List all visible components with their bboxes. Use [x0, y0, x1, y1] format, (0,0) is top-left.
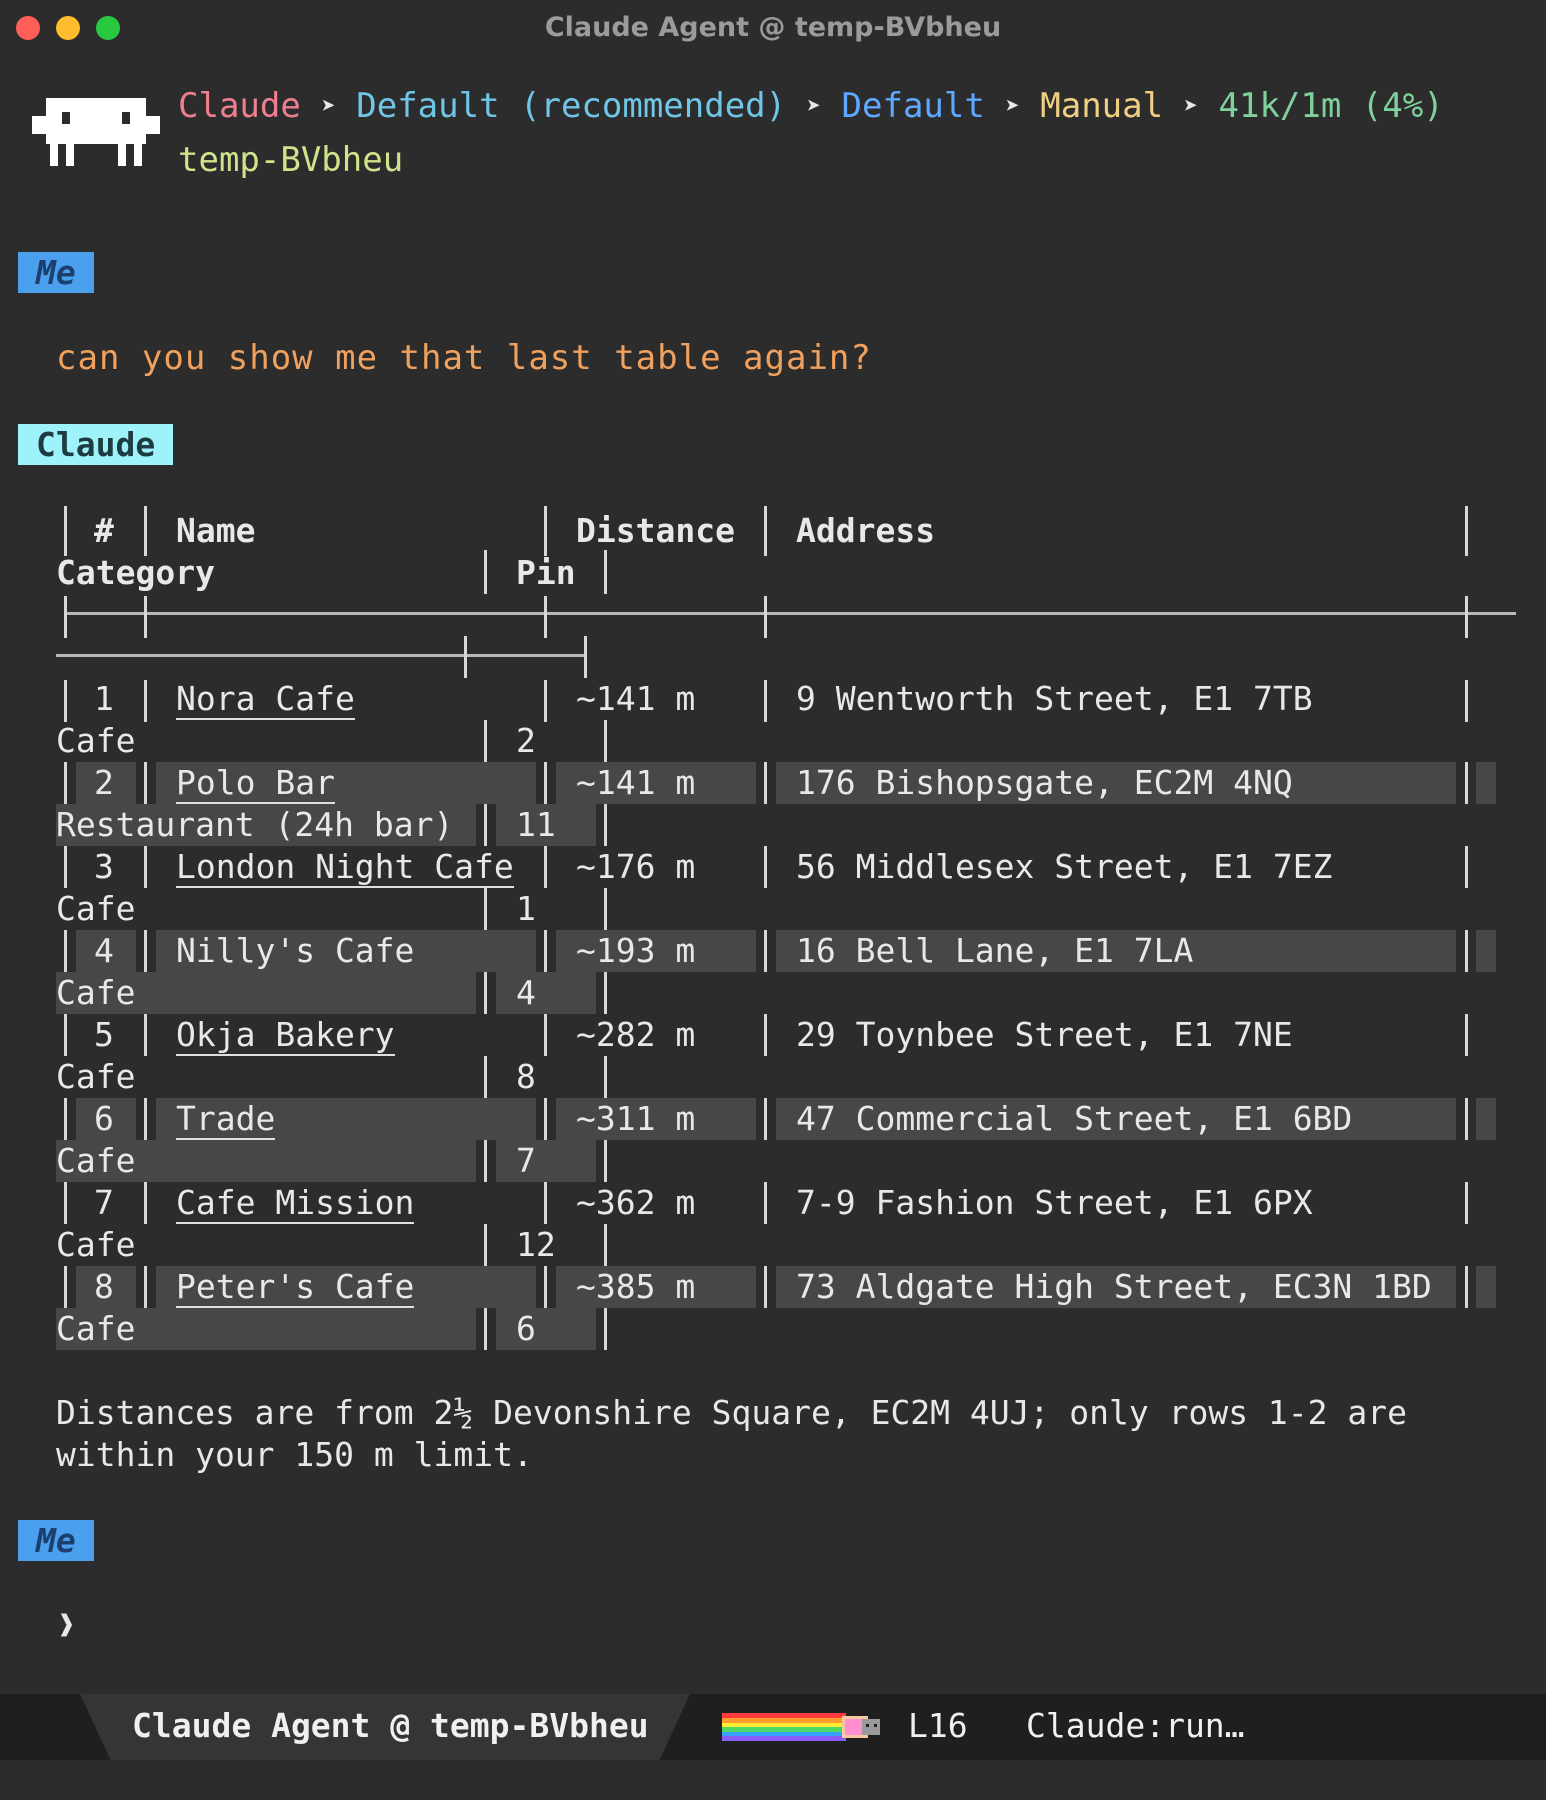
table-border: [544, 506, 547, 556]
working-directory: temp-BVbheu: [178, 140, 404, 180]
row-num: 3: [94, 847, 114, 886]
row-address: 16 Bell Lane, E1 7LA: [796, 931, 1194, 970]
row-distance: ~385 m: [576, 1267, 696, 1306]
crumb-agent: Claude: [178, 86, 301, 126]
row-num: 4: [94, 931, 114, 970]
chevron-right-icon: ➤: [1183, 92, 1199, 120]
row-pin: 4: [516, 973, 536, 1012]
table-border: [144, 596, 147, 638]
table-border: [464, 636, 467, 678]
row-pin: 7: [516, 1141, 536, 1180]
crumb-profile: Default: [841, 86, 985, 126]
table-border: [64, 506, 67, 556]
row-address: 9 Wentworth Street, E1 7TB: [796, 679, 1313, 718]
place-link[interactable]: Cafe Mission: [176, 1183, 415, 1224]
table-border: [604, 550, 607, 594]
table-border: [584, 636, 587, 678]
row-address: 73 Aldgate High Street, EC3N 1BD: [796, 1267, 1432, 1306]
row-distance: ~362 m: [576, 1183, 696, 1222]
chevron-right-icon: ➤: [806, 92, 822, 120]
row-category: Cafe: [56, 1057, 136, 1096]
row-pin: 12: [516, 1225, 556, 1264]
status-bar: Claude Agent @ temp-BVbheu L16 Claude:ru…: [0, 1694, 1546, 1760]
table-border: [1465, 506, 1468, 556]
status-line-number: L16: [908, 1706, 968, 1745]
place-link[interactable]: London Night Cafe: [176, 847, 514, 888]
row-pin: 1: [516, 889, 536, 928]
me-label: Me: [18, 252, 94, 293]
row-pin: 6: [516, 1309, 536, 1348]
row-pin: 11: [516, 805, 556, 844]
row-num: 1: [94, 679, 114, 718]
nyan-cat-progress-icon: [722, 1713, 880, 1741]
user-message: can you show me that last table again?: [56, 338, 872, 378]
header-category: Category: [56, 553, 215, 592]
row-category: Cafe: [56, 721, 136, 760]
session-breadcrumb: Claude ➤ Default (recommended) ➤ Default…: [178, 86, 1444, 126]
chevron-right-icon: ➤: [321, 92, 336, 120]
row-distance: ~193 m: [576, 931, 696, 970]
row-pin: 2: [516, 721, 536, 760]
claude-mascot-icon: [32, 98, 160, 166]
row-category: Cafe: [56, 889, 136, 928]
row-category: Cafe: [56, 1141, 136, 1180]
table-border: [64, 596, 67, 638]
row-distance: ~141 m: [576, 679, 696, 718]
row-category: Cafe: [56, 1309, 136, 1348]
input-prompt[interactable]: ❱: [58, 1608, 75, 1641]
table-border: [144, 506, 147, 556]
claude-label: Claude: [18, 424, 174, 465]
row-address: 47 Commercial Street, E1 6BD: [796, 1099, 1353, 1138]
row-name: Nilly's Cafe: [176, 931, 415, 970]
crumb-context-usage: 41k/1m (4%): [1218, 86, 1444, 126]
footnote-line: Distances are from 2½ Devonshire Square,…: [56, 1393, 1408, 1432]
status-title: Claude Agent @ temp-BVbheu: [132, 1706, 649, 1745]
table-border: [764, 506, 767, 556]
row-category: Restaurant (24h bar): [56, 805, 454, 844]
table-border: [544, 596, 547, 638]
place-link[interactable]: Trade: [176, 1099, 276, 1140]
place-link[interactable]: Okja Bakery: [176, 1015, 395, 1056]
row-category: Cafe: [56, 973, 136, 1012]
chevron-right-icon: ➤: [1005, 92, 1020, 120]
row-distance: ~176 m: [576, 847, 696, 886]
header-pin: Pin: [516, 553, 576, 592]
me-label: Me: [18, 1520, 94, 1561]
row-distance: ~141 m: [576, 763, 696, 802]
row-num: 7: [94, 1183, 114, 1222]
row-address: 29 Toynbee Street, E1 7NE: [796, 1015, 1293, 1054]
header-address: Address: [796, 511, 936, 550]
assistant-footnote: Distances are from 2½ Devonshire Square,…: [56, 1392, 1407, 1476]
row-address: 56 Middlesex Street, E1 7EZ: [796, 847, 1333, 886]
crumb-model: Default (recommended): [356, 86, 787, 126]
title-bar: Claude Agent @ temp-BVbheu: [0, 0, 1546, 56]
row-pin: 8: [516, 1057, 536, 1096]
header-distance: Distance: [576, 511, 735, 550]
row-num: 6: [94, 1099, 114, 1138]
row-distance: ~282 m: [576, 1015, 696, 1054]
footnote-line: within your 150 m limit.: [56, 1435, 533, 1474]
table-separator: [56, 654, 586, 657]
table-separator: [64, 612, 1516, 615]
row-distance: ~311 m: [576, 1099, 696, 1138]
terminal-window: Claude Agent @ temp-BVbheu Claude ➤ Defa…: [0, 0, 1546, 1800]
row-num: 2: [94, 763, 114, 802]
place-link[interactable]: Peter's Cafe: [176, 1267, 415, 1308]
row-address: 7-9 Fashion Street, E1 6PX: [796, 1183, 1313, 1222]
row-num: 5: [94, 1015, 114, 1054]
table-border: [1465, 596, 1468, 638]
header-num: #: [94, 511, 114, 550]
header-name: Name: [176, 511, 256, 550]
table-border: [484, 550, 487, 594]
crumb-mode: Manual: [1040, 86, 1164, 126]
row-address: 176 Bishopsgate, EC2M 4NQ: [796, 763, 1293, 802]
place-link[interactable]: Polo Bar: [176, 763, 335, 804]
place-link[interactable]: Nora Cafe: [176, 679, 355, 720]
table-border: [764, 596, 767, 638]
row-category: Cafe: [56, 1225, 136, 1264]
status-process: Claude:run…: [1026, 1706, 1245, 1745]
window-title: Claude Agent @ temp-BVbheu: [544, 12, 1002, 43]
row-num: 8: [94, 1267, 114, 1306]
window-bottom: [0, 1760, 1546, 1800]
